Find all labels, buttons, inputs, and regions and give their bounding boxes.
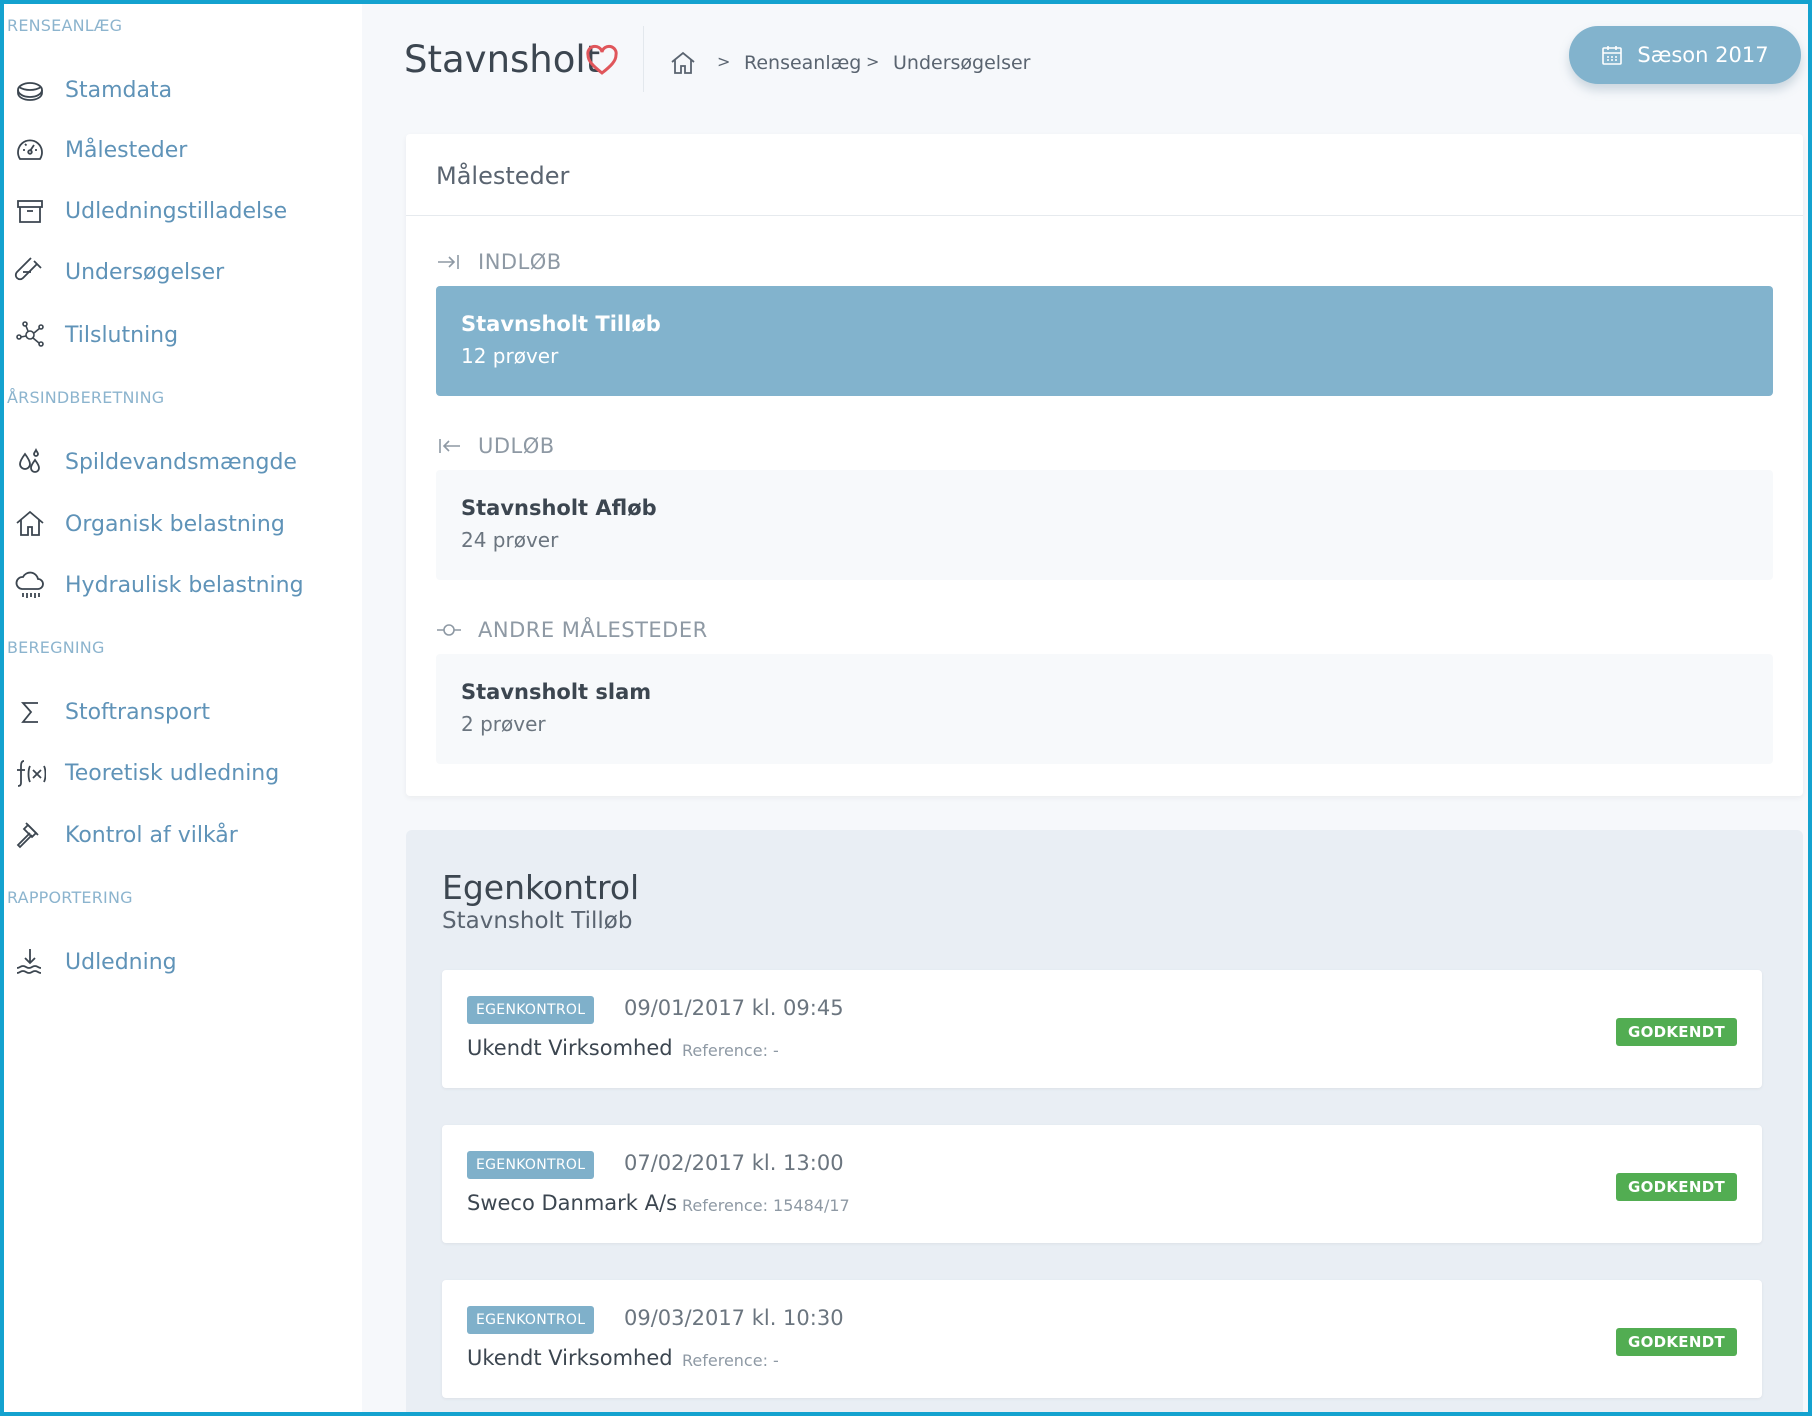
- breadcrumb-renseanlaeg[interactable]: Renseanlæg: [744, 52, 861, 74]
- site-sample-count: 2 prøver: [461, 712, 546, 736]
- sidebar-item-label: Spildevandsmængde: [65, 449, 297, 475]
- entry-type-tag: EGENKONTROL: [467, 1306, 595, 1334]
- egenkontrol-panel: Egenkontrol Stavnsholt Tilløb EGENKONTRO…: [406, 830, 1803, 1412]
- site-stavnsholt-aflob[interactable]: Stavnsholt Afløb 24 prøver: [436, 470, 1773, 580]
- sidebar-item-organisk-belastning[interactable]: Organisk belastning: [4, 498, 362, 550]
- section-title-rapportering: RAPPORTERING: [7, 888, 133, 907]
- sidebar-item-label: Udledningstilladelse: [65, 198, 288, 224]
- sidebar-item-label: Kontrol af vilkår: [65, 822, 238, 848]
- status-badge: GODKENDT: [1615, 1018, 1737, 1046]
- sidebar-item-label: Hydraulisk belastning: [65, 572, 304, 598]
- entry-reference: Reference: 15484/17: [682, 1196, 850, 1215]
- sidebar-item-spildevandsmaengde[interactable]: Spildevandsmængde: [4, 436, 362, 488]
- app-frame: RENSEANLÆG Stamdata Målesteder Udledning…: [4, 4, 1808, 1412]
- entry-company: Ukendt Virksomhed: [467, 1036, 673, 1060]
- season-button[interactable]: Sæson 2017: [1569, 26, 1801, 84]
- header-divider: [643, 26, 644, 92]
- group-label-text: UDLØB: [478, 434, 555, 458]
- gavel-icon: [12, 817, 48, 853]
- entry-date: 09/01/2017 kl. 09:45: [624, 996, 844, 1020]
- sidebar-item-label: Stoftransport: [65, 699, 211, 725]
- database-icon: [12, 72, 48, 108]
- sidebar-item-stamdata[interactable]: Stamdata: [4, 64, 362, 116]
- sidebar-item-udledning[interactable]: Udledning: [4, 936, 362, 988]
- sidebar-item-malesteder[interactable]: Målesteder: [4, 124, 362, 176]
- favorite-heart-icon[interactable]: [585, 44, 619, 76]
- sidebar-item-udledningstilladelse[interactable]: Udledningstilladelse: [4, 185, 362, 237]
- breadcrumb-undersogelser[interactable]: Undersøgelser: [893, 52, 1030, 74]
- sidebar-item-undersogelser[interactable]: Undersøgelser: [4, 246, 362, 298]
- site-name: Stavnsholt Tilløb: [461, 312, 661, 336]
- entry-company: Ukendt Virksomhed: [467, 1346, 673, 1370]
- status-badge: GODKENDT: [1615, 1173, 1737, 1201]
- card-header: Målesteder: [406, 134, 1803, 216]
- sidebar: RENSEANLÆG Stamdata Målesteder Udledning…: [4, 4, 362, 1412]
- drops-icon: [12, 444, 48, 480]
- sidebar-item-label: Stamdata: [65, 77, 173, 103]
- section-title-beregning: BEREGNING: [7, 638, 105, 657]
- entry-type-tag: EGENKONTROL: [467, 996, 595, 1024]
- breadcrumb-home-icon[interactable]: [669, 49, 697, 77]
- site-sample-count: 24 prøver: [461, 528, 559, 552]
- site-stavnsholt-slam[interactable]: Stavnsholt slam 2 prøver: [436, 654, 1773, 764]
- site-name: Stavnsholt slam: [461, 680, 652, 704]
- sidebar-item-label: Organisk belastning: [65, 511, 285, 537]
- arrow-out-icon: [439, 439, 460, 453]
- site-sample-count: 12 prøver: [461, 344, 559, 368]
- egenkontrol-entry[interactable]: EGENKONTROL 09/03/2017 kl. 10:30 Ukendt …: [442, 1280, 1762, 1398]
- entry-date: 07/02/2017 kl. 13:00: [624, 1151, 844, 1175]
- group-label-udlob: UDLØB: [436, 434, 555, 458]
- gauge-icon: [12, 132, 48, 168]
- page-title: Stavnsholt: [404, 38, 601, 81]
- sidebar-item-label: Undersøgelser: [65, 259, 225, 285]
- site-name: Stavnsholt Afløb: [461, 496, 657, 520]
- calendar-icon: [1602, 46, 1623, 65]
- season-button-label: Sæson 2017: [1637, 43, 1769, 67]
- sidebar-item-teoretisk-udledning[interactable]: Teoretisk udledning: [4, 747, 362, 799]
- status-badge: GODKENDT: [1615, 1328, 1737, 1356]
- breadcrumb-separator: >: [866, 52, 880, 71]
- sidebar-item-label: Teoretisk udledning: [65, 760, 280, 786]
- breadcrumb-separator: >: [717, 52, 731, 71]
- cloud-rain-icon: [12, 567, 48, 603]
- sidebar-item-label: Udledning: [65, 949, 177, 975]
- group-label-text: ANDRE MÅLESTEDER: [478, 618, 708, 642]
- archive-icon: [12, 193, 48, 229]
- panel-subtitle: Stavnsholt Tilløb: [442, 908, 633, 934]
- entry-company: Sweco Danmark A/s: [467, 1191, 678, 1215]
- sidebar-item-label: Målesteder: [65, 137, 188, 163]
- sigma-icon: [12, 694, 48, 730]
- arrow-in-icon: [438, 255, 459, 269]
- group-label-text: INDLØB: [478, 250, 562, 274]
- section-title-arsindberetning: ÅRSINDBERETNING: [7, 388, 165, 407]
- section-title-renseanlaeg: RENSEANLÆG: [7, 16, 123, 35]
- discharge-icon: [12, 944, 48, 980]
- function-icon: [12, 755, 48, 791]
- sidebar-item-kontrol-af-vilkar[interactable]: Kontrol af vilkår: [4, 809, 362, 861]
- site-stavnsholt-tillob[interactable]: Stavnsholt Tilløb 12 prøver: [436, 286, 1773, 396]
- test-tube-icon: [12, 254, 48, 290]
- egenkontrol-entry[interactable]: EGENKONTROL 09/01/2017 kl. 09:45 Ukendt …: [442, 970, 1762, 1088]
- sidebar-item-stoftransport[interactable]: Stoftransport: [4, 686, 362, 738]
- node-icon: [437, 624, 461, 636]
- malesteder-card: Målesteder INDLØB Stavnsholt Tilløb 12 p…: [406, 134, 1803, 796]
- sidebar-item-tilslutning[interactable]: Tilslutning: [4, 309, 362, 361]
- card-title: Målesteder: [436, 162, 570, 190]
- group-label-indlob: INDLØB: [436, 250, 562, 274]
- home-icon: [12, 506, 48, 542]
- network-icon: [12, 317, 48, 353]
- entry-type-tag: EGENKONTROL: [467, 1151, 595, 1179]
- panel-title: Egenkontrol: [442, 868, 640, 907]
- egenkontrol-entry[interactable]: EGENKONTROL 07/02/2017 kl. 13:00 Sweco D…: [442, 1125, 1762, 1243]
- entry-reference: Reference: -: [682, 1041, 779, 1060]
- group-label-andre-malesteder: ANDRE MÅLESTEDER: [436, 618, 708, 642]
- entry-reference: Reference: -: [682, 1351, 779, 1370]
- sidebar-item-hydraulisk-belastning[interactable]: Hydraulisk belastning: [4, 559, 362, 611]
- sidebar-item-label: Tilslutning: [65, 322, 179, 348]
- entry-date: 09/03/2017 kl. 10:30: [624, 1306, 844, 1330]
